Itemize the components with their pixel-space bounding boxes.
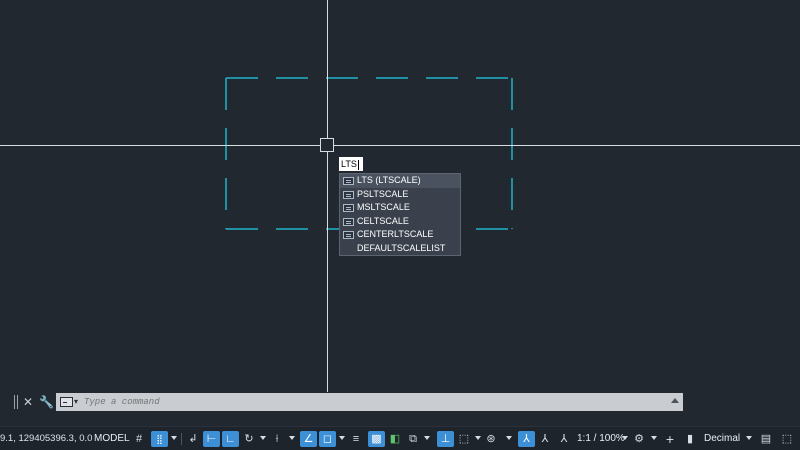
command-history-icon[interactable]: [671, 398, 679, 403]
dynamic-input-icon[interactable]: ⊢: [203, 431, 220, 447]
autocomplete-item-label: CENTERLTSCALE: [357, 229, 434, 239]
dynamic-ucs-icon[interactable]: ⊥: [437, 431, 454, 447]
transparency-icon[interactable]: ▩: [368, 431, 385, 447]
gear-icon[interactable]: ⚙: [632, 431, 646, 447]
autocomplete-item[interactable]: CELTSCALE: [340, 215, 460, 229]
annotation-scale-value[interactable]: 1:1 / 100%: [577, 427, 625, 450]
command-icon: [343, 190, 354, 199]
chevron-down-icon[interactable]: [171, 436, 177, 440]
chevron-down-icon[interactable]: [339, 436, 345, 440]
autocomplete-item[interactable]: PSLTSCALE: [340, 188, 460, 202]
dynamic-input-field[interactable]: LTS: [339, 157, 363, 171]
object-snap-icon[interactable]: ◻: [319, 431, 336, 447]
close-icon[interactable]: ✕: [23, 394, 33, 410]
autocomplete-item[interactable]: CENTERLTSCALE: [340, 228, 460, 242]
autocomplete-list: LTS (LTSCALE) PSLTSCALE MSLTSCALE CELTSC…: [339, 173, 461, 256]
autocomplete-item-label: DEFAULTSCALELIST: [357, 242, 446, 253]
chevron-down-icon[interactable]: [746, 436, 752, 440]
quick-properties-icon[interactable]: ▤: [759, 431, 773, 447]
autocomplete-item[interactable]: DEFAULTSCALELIST: [340, 242, 460, 256]
annotation-visibility-icon[interactable]: ⅄: [518, 431, 535, 447]
autocomplete-item-label: MSLTSCALE: [357, 202, 410, 212]
chevron-down-icon[interactable]: [475, 436, 481, 440]
snap-mode-icon[interactable]: ⣿: [151, 431, 168, 447]
isometric-drafting-icon[interactable]: ⟊: [270, 431, 284, 447]
chevron-down-icon[interactable]: [506, 436, 512, 440]
dynamic-input-value: LTS: [341, 159, 357, 169]
command-icon: [343, 217, 354, 226]
lineweight-icon[interactable]: ≡: [349, 431, 363, 447]
clean-screen-icon[interactable]: ⬚: [780, 431, 794, 447]
gizmo-icon[interactable]: ⊛: [484, 431, 498, 447]
chevron-down-icon[interactable]: [289, 436, 295, 440]
command-input[interactable]: [84, 393, 644, 411]
auto-scale-icon[interactable]: ⅄: [538, 431, 552, 447]
autocomplete-item[interactable]: LTS (LTSCALE): [340, 174, 460, 188]
command-prompt-icon[interactable]: [60, 397, 73, 407]
units-icon[interactable]: ▮: [684, 431, 696, 447]
autocomplete-item-label: LTS (LTSCALE): [357, 175, 421, 185]
ortho-mode-icon[interactable]: ∟: [222, 431, 239, 447]
chevron-down-icon[interactable]: ▾: [74, 396, 78, 408]
autocomplete-item-label: PSLTSCALE: [357, 188, 409, 199]
units-value[interactable]: Decimal: [704, 427, 740, 450]
command-icon: [343, 204, 354, 212]
annotation-scale-icon[interactable]: ⅄: [557, 431, 571, 447]
model-space-button[interactable]: MODEL: [94, 427, 130, 450]
command-input-box[interactable]: ▾: [56, 393, 683, 411]
wrench-icon[interactable]: 🔧: [39, 394, 54, 410]
divider: [181, 433, 182, 445]
coordinates-readout[interactable]: 9.1, 129405396.3, 0.0: [0, 427, 92, 450]
polar-tracking-icon[interactable]: ↻: [242, 431, 256, 447]
command-icon: [343, 177, 354, 185]
command-icon: [343, 231, 354, 239]
infer-constraints-icon[interactable]: ↲: [186, 431, 200, 447]
chevron-down-icon[interactable]: [260, 436, 266, 440]
autocomplete-item-label: CELTSCALE: [357, 215, 409, 226]
status-bar: 9.1, 129405396.3, 0.0 MODEL # ⣿ ↲ ⊢ ∟ ↻ …: [0, 426, 800, 450]
chevron-down-icon[interactable]: [424, 436, 430, 440]
autocomplete-item[interactable]: MSLTSCALE: [340, 201, 460, 215]
text-caret: [357, 159, 359, 170]
plus-icon[interactable]: +: [663, 431, 677, 447]
selection-filter-icon[interactable]: ⬚: [457, 431, 471, 447]
selection-cycling-icon[interactable]: ◧: [388, 431, 402, 447]
chevron-down-icon[interactable]: [651, 436, 657, 440]
object-snap-tracking-icon[interactable]: ∠: [300, 431, 317, 447]
chevron-down-icon[interactable]: [622, 436, 628, 440]
drag-handle-icon[interactable]: [14, 395, 20, 409]
3d-object-snap-icon[interactable]: ⧉: [406, 431, 420, 447]
grid-icon[interactable]: #: [132, 431, 146, 447]
